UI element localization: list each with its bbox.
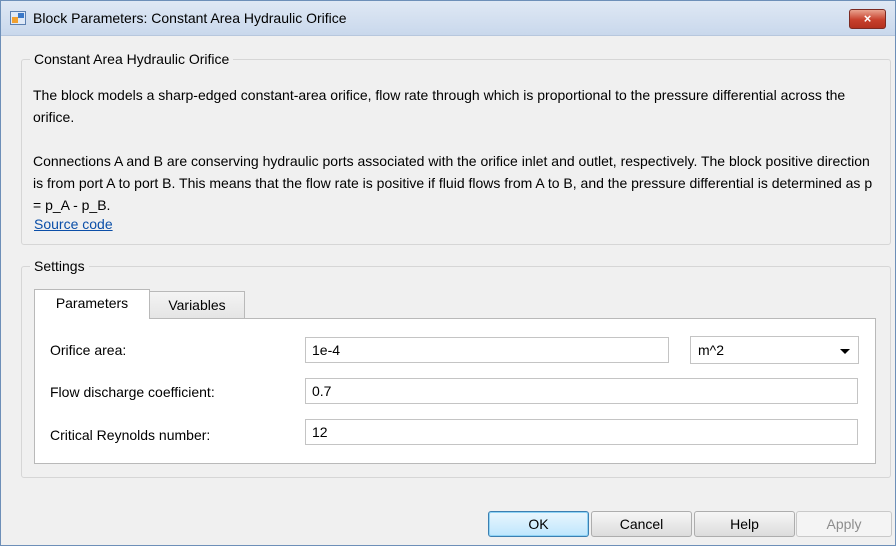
simulink-block-icon	[10, 11, 26, 25]
critical-reynolds-number-label: Critical Reynolds number:	[50, 427, 211, 443]
close-icon: ×	[863, 11, 872, 26]
tab-variables[interactable]: Variables	[149, 291, 245, 319]
cancel-button[interactable]: Cancel	[591, 511, 692, 537]
tab-variables-label: Variables	[168, 297, 226, 313]
orifice-area-unit-select[interactable]: m^2	[690, 336, 859, 364]
source-code-link[interactable]: Source code	[34, 216, 113, 232]
description-paragraph-1: The block models a sharp-edged constant-…	[33, 87, 846, 125]
critical-reynolds-number-input[interactable]	[305, 419, 858, 445]
apply-button[interactable]: Apply	[796, 511, 892, 537]
flow-discharge-coefficient-input[interactable]	[305, 378, 858, 404]
chevron-down-icon	[840, 349, 850, 354]
tab-parameters[interactable]: Parameters	[34, 289, 150, 319]
orifice-area-unit-value: m^2	[698, 342, 725, 358]
description-legend: Constant Area Hydraulic Orifice	[34, 51, 230, 67]
tab-parameters-label: Parameters	[55, 295, 129, 311]
flow-discharge-coefficient-label: Flow discharge coefficient:	[50, 384, 215, 400]
title-bar[interactable]: Block Parameters: Constant Area Hydrauli…	[1, 1, 895, 36]
orifice-area-label: Orifice area:	[50, 342, 127, 358]
description-paragraph-2: Connections A and B are conserving hydra…	[33, 153, 873, 213]
close-button[interactable]: ×	[849, 9, 886, 29]
window-title: Block Parameters: Constant Area Hydrauli…	[33, 10, 347, 26]
orifice-area-input[interactable]	[305, 337, 669, 363]
settings-legend: Settings	[34, 258, 85, 274]
ok-button[interactable]: OK	[488, 511, 589, 537]
dialog-window: Block Parameters: Constant Area Hydrauli…	[0, 0, 896, 546]
help-button[interactable]: Help	[694, 511, 795, 537]
